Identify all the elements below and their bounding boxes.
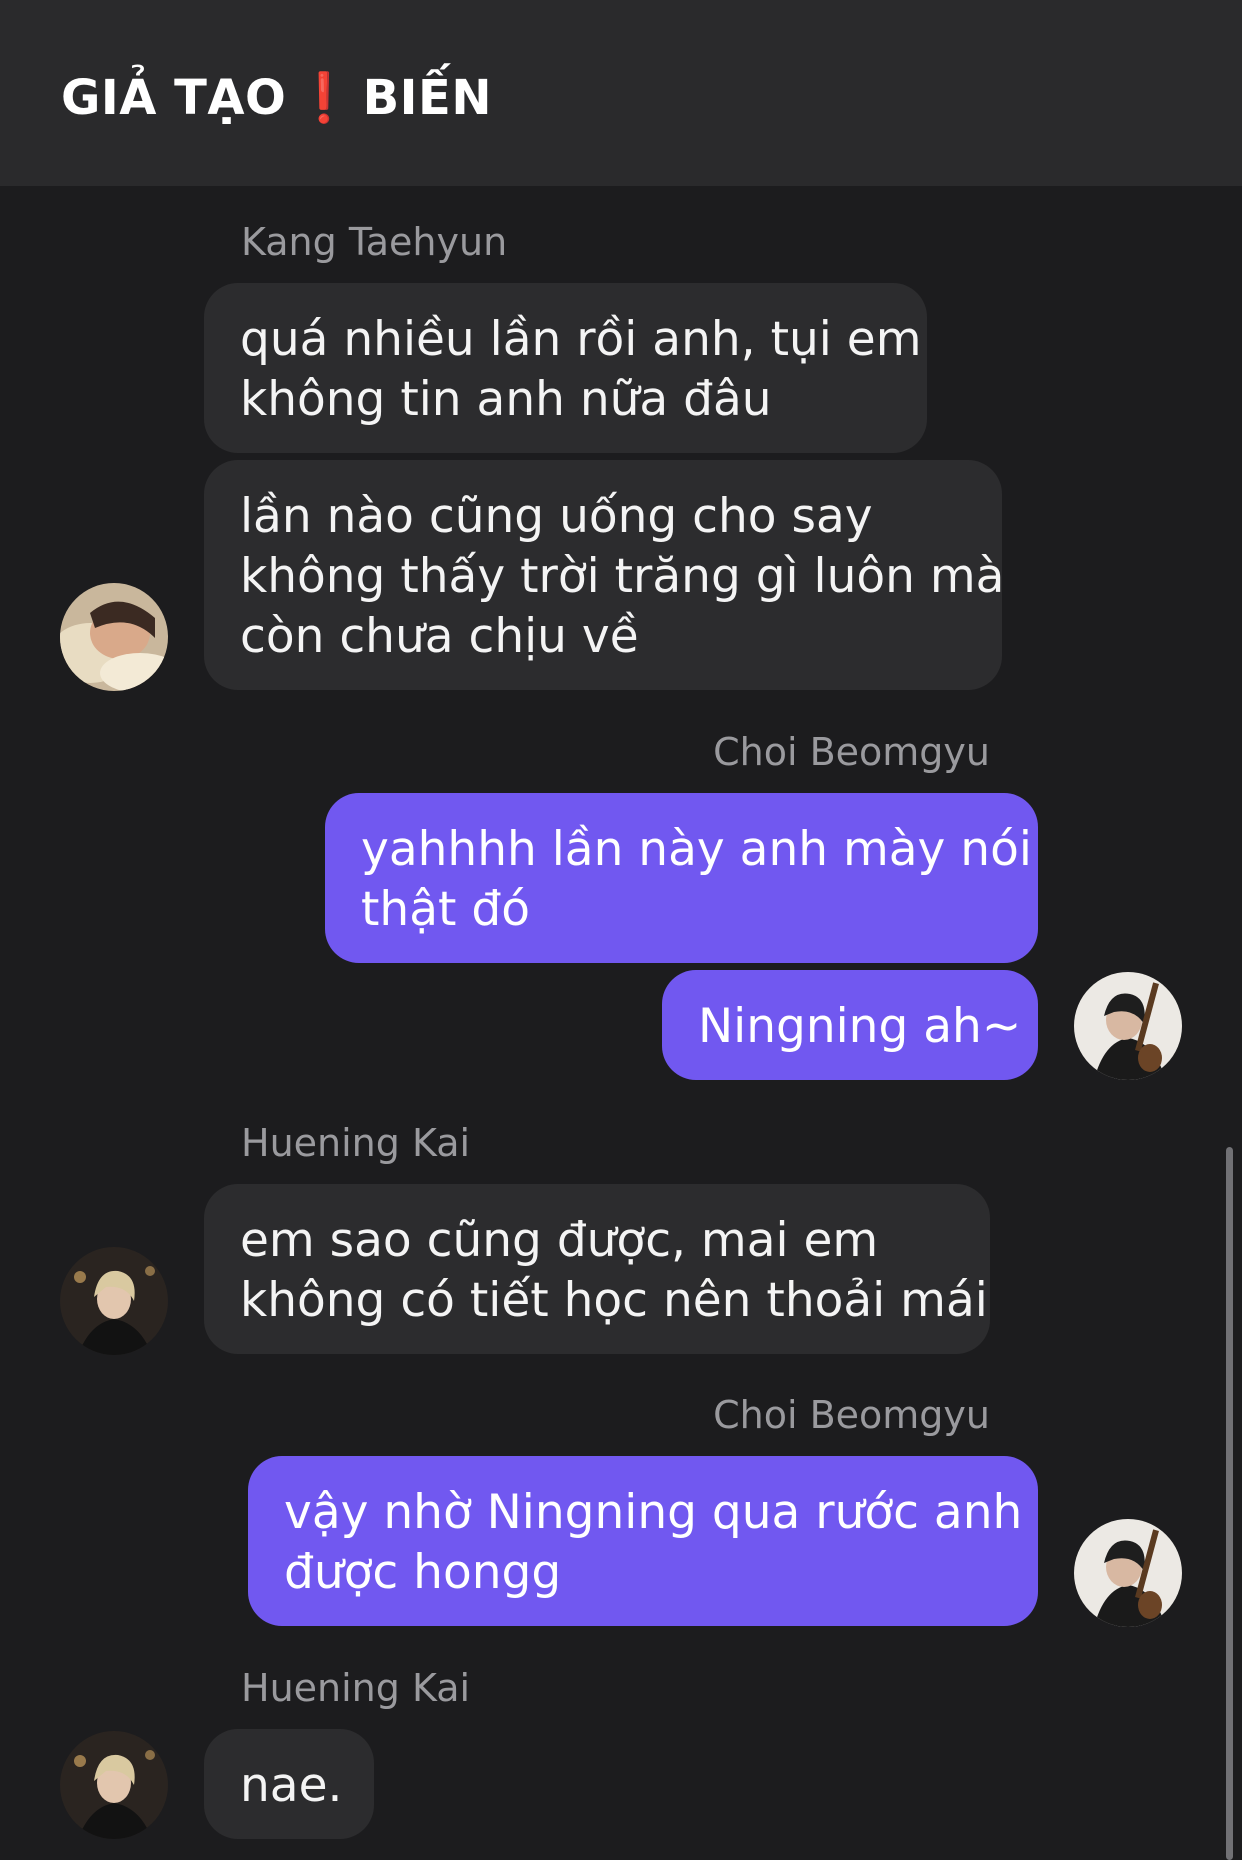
message-line: quá nhiều lần rồi anh, tụi em xyxy=(240,312,922,367)
avatar-photo-icon xyxy=(60,583,168,691)
message-line: không thấy trời trăng gì luôn mà xyxy=(240,549,1005,604)
avatar-taehyun[interactable] xyxy=(60,583,168,691)
chat-header: GIẢ TẠO ❗ BIẾN xyxy=(0,0,1242,186)
exclamation-icon: ❗ xyxy=(294,70,355,126)
message-bubble[interactable]: Ningning ah~ xyxy=(662,970,1038,1080)
message-line: vậy nhờ Ningning qua rước anh xyxy=(284,1485,1023,1540)
message-line: Ningning ah~ xyxy=(698,999,1022,1054)
sender-name: Choi Beomgyu xyxy=(713,730,990,774)
message-line: không có tiết học nên thoải mái xyxy=(240,1273,988,1328)
message-bubble[interactable]: vậy nhờ Ningning qua rước anh được hongg xyxy=(248,1456,1038,1626)
message-bubble[interactable]: em sao cũng được, mai em không có tiết h… xyxy=(204,1184,990,1354)
avatar-beomgyu[interactable] xyxy=(1074,972,1182,1080)
message-line: lần nào cũng uống cho say xyxy=(240,489,873,544)
sender-name: Kang Taehyun xyxy=(241,220,508,264)
avatar-hueningkai[interactable] xyxy=(60,1731,168,1839)
message-line: không tin anh nữa đâu xyxy=(240,372,772,427)
message-bubble[interactable]: nae. xyxy=(204,1729,374,1839)
message-bubble[interactable]: lần nào cũng uống cho say không thấy trờ… xyxy=(204,460,1005,690)
message-line: được hongg xyxy=(284,1545,562,1600)
message-list[interactable]: Kang Taehyun quá nhiều lần rồi anh, tụi … xyxy=(0,186,1242,1860)
chat-screen: GIẢ TẠO ❗ BIẾN Kang Taehyun quá nhiều lần … xyxy=(0,0,1242,1860)
message-line: em sao cũng được, mai em xyxy=(240,1213,879,1268)
avatar-beomgyu[interactable] xyxy=(1074,1519,1182,1627)
message-line: còn chưa chịu về xyxy=(240,609,639,664)
sender-name: Huening Kai xyxy=(241,1121,471,1165)
avatar-hueningkai[interactable] xyxy=(60,1247,168,1355)
message-line: nae. xyxy=(240,1758,343,1813)
scrollbar[interactable] xyxy=(1226,1147,1233,1860)
message-line: thật đó xyxy=(361,882,530,937)
avatar-photo-icon xyxy=(1074,1519,1182,1627)
message-line: yahhhh lần này anh mày nói xyxy=(361,822,1032,877)
chat-title[interactable]: GIẢ TẠO ❗ BIẾN xyxy=(61,62,492,134)
title-right: BIẾN xyxy=(362,70,492,126)
sender-name: Huening Kai xyxy=(241,1666,471,1710)
message-bubble[interactable]: yahhhh lần này anh mày nói thật đó xyxy=(325,793,1038,963)
avatar-photo-icon xyxy=(1074,972,1182,1080)
title-left: GIẢ TẠO xyxy=(61,70,287,126)
avatar-photo-icon xyxy=(60,1247,168,1355)
sender-name: Choi Beomgyu xyxy=(713,1393,990,1437)
avatar-photo-icon xyxy=(60,1731,168,1839)
message-bubble[interactable]: quá nhiều lần rồi anh, tụi em không tin … xyxy=(204,283,927,453)
